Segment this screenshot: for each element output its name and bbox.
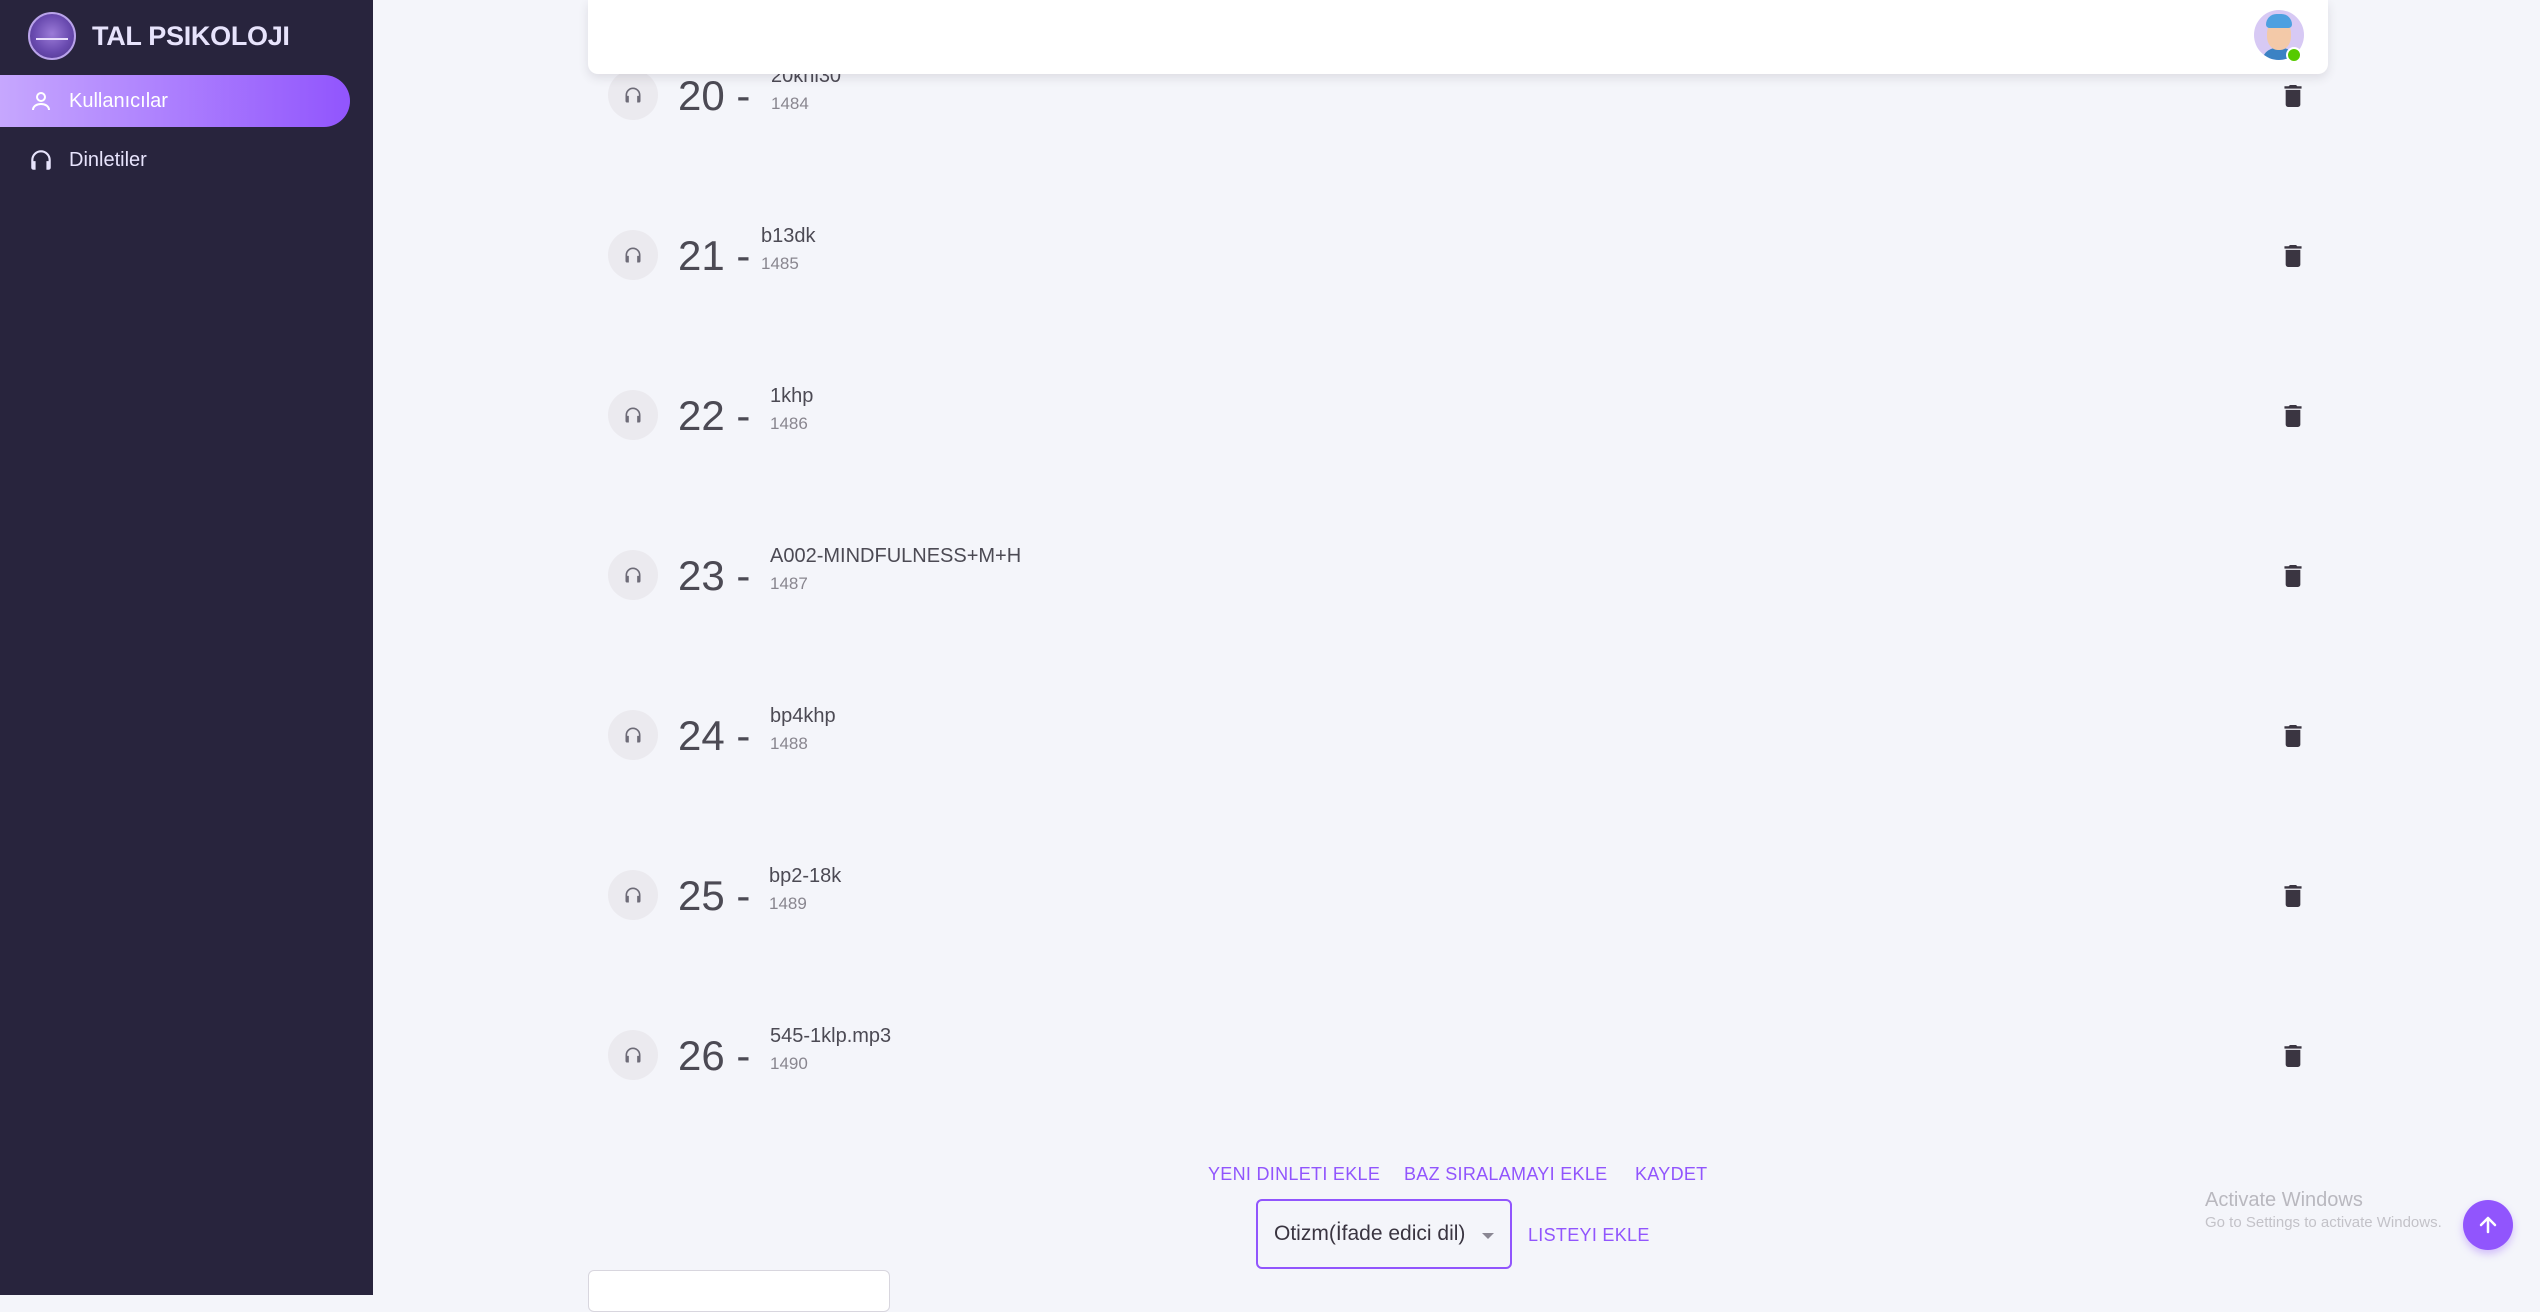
delete-icon[interactable] <box>2278 881 2308 911</box>
delete-icon[interactable] <box>2278 81 2308 111</box>
arrow-up-icon <box>2479 1216 2497 1234</box>
item-index: 24 - <box>678 712 751 759</box>
item-id: 1485 <box>761 254 799 273</box>
delete-icon[interactable] <box>2278 401 2308 431</box>
item-id: 1488 <box>770 734 808 753</box>
top-app-bar <box>588 0 2328 74</box>
item-id: 1484 <box>771 94 809 113</box>
list-item: 22 - 1khp 1486 <box>588 368 2328 478</box>
item-name: 1khp <box>770 385 814 407</box>
scroll-to-top-button[interactable] <box>2463 1200 2513 1250</box>
delete-icon[interactable] <box>2278 561 2308 591</box>
bottom-card <box>588 1270 890 1312</box>
caret-down-icon <box>1482 1233 1494 1239</box>
item-index: 21 - <box>678 232 751 279</box>
item-index: 25 - <box>678 872 751 919</box>
list-item: 24 - bp4khp 1488 <box>588 688 2328 798</box>
brand[interactable]: TAL PSIKOLOJI <box>28 12 290 60</box>
user-icon <box>27 87 55 115</box>
item-index: 20 - <box>678 72 751 119</box>
delete-icon[interactable] <box>2278 721 2308 751</box>
item-id: 1487 <box>770 574 808 593</box>
list-item: 21 - b13dk 1485 <box>588 208 2328 318</box>
item-name: 545-1klp.mp3 <box>770 1025 892 1047</box>
headphones-icon[interactable] <box>608 710 658 760</box>
activate-windows-title: Activate Windows <box>2205 1189 2363 1211</box>
headphones-icon[interactable] <box>608 870 658 920</box>
headphones-icon[interactable] <box>608 390 658 440</box>
headphones-icon[interactable] <box>608 230 658 280</box>
add-new-listening-button[interactable]: YENI DINLETI EKLE <box>1208 1164 1380 1185</box>
add-list-button[interactable]: LISTEYI EKLE <box>1528 1225 1650 1246</box>
item-id: 1490 <box>770 1054 808 1073</box>
list-select-value: Otizm(İfade edici dil) <box>1274 1222 1466 1245</box>
activate-windows-subtitle: Go to Settings to activate Windows. <box>2205 1214 2442 1231</box>
item-id: 1486 <box>770 414 808 433</box>
sidebar-item-label: Dinletiler <box>69 148 147 171</box>
sidebar: TAL PSIKOLOJI Kullanıcılar Dinletiler <box>0 0 373 1295</box>
item-index: 26 - <box>678 1032 751 1079</box>
list-item: 23 - A002-MINDFULNESS+M+H 1487 <box>588 528 2328 638</box>
item-name: bp2-18k <box>769 865 842 887</box>
brand-title: TAL PSIKOLOJI <box>92 20 290 51</box>
item-name: A002-MINDFULNESS+M+H <box>770 545 1022 567</box>
save-button[interactable]: KAYDET <box>1635 1164 1707 1185</box>
list-select[interactable]: Otizm(İfade edici dil) <box>1256 1199 1512 1269</box>
headphones-icon[interactable] <box>608 1030 658 1080</box>
item-name: bp4khp <box>770 705 836 727</box>
brand-logo <box>28 12 76 60</box>
headphones-icon <box>27 146 55 174</box>
online-status-dot <box>2286 47 2302 63</box>
sidebar-item-dinletiler[interactable]: Dinletiler <box>0 134 350 186</box>
item-index: 23 - <box>678 552 751 599</box>
item-name: b13dk <box>761 225 816 247</box>
sidebar-item-kullanicilar[interactable]: Kullanıcılar <box>0 75 350 127</box>
delete-icon[interactable] <box>2278 241 2308 271</box>
item-index: 22 - <box>678 392 751 439</box>
headphones-icon[interactable] <box>608 550 658 600</box>
list-item: 25 - bp2-18k 1489 <box>588 848 2328 958</box>
delete-icon[interactable] <box>2278 1041 2308 1071</box>
sidebar-item-label: Kullanıcılar <box>69 89 168 112</box>
add-base-order-button[interactable]: BAZ SIRALAMAYI EKLE <box>1404 1164 1607 1185</box>
item-id: 1489 <box>769 894 807 913</box>
headphones-icon[interactable] <box>608 70 658 120</box>
list-item: 26 - 545-1klp.mp3 1490 <box>588 1008 2328 1118</box>
